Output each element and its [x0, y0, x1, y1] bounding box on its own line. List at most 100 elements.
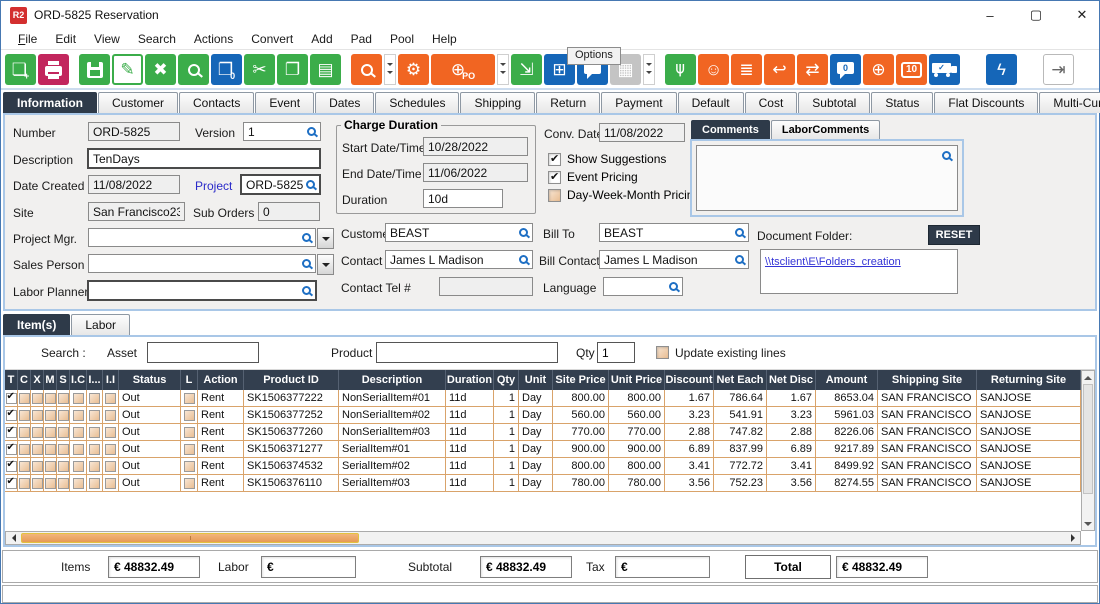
- contact-field[interactable]: James L Madison: [385, 250, 533, 269]
- table-row[interactable]: OutRentSK1506374532SerialItem#0211d1Day8…: [5, 458, 1081, 475]
- day-week-month-checkbox[interactable]: [548, 189, 561, 202]
- scroll-left-arrow[interactable]: [6, 532, 20, 544]
- language-field[interactable]: [603, 277, 683, 296]
- show-suggestions-checkbox[interactable]: [548, 153, 561, 166]
- return-icon[interactable]: ↩: [764, 54, 795, 85]
- search-icon[interactable]: [178, 54, 209, 85]
- row-checkbox[interactable]: [19, 461, 30, 472]
- menu-item-convert[interactable]: Convert: [242, 32, 302, 46]
- l-checkbox[interactable]: [184, 444, 195, 455]
- menu-item-file[interactable]: File: [9, 32, 46, 46]
- org-chart-icon[interactable]: ⋔: [665, 54, 696, 85]
- column-header-l[interactable]: L: [181, 370, 198, 390]
- row-checkbox[interactable]: [6, 427, 17, 438]
- column-header-duration[interactable]: Duration: [446, 370, 494, 390]
- tab-event[interactable]: Event: [255, 92, 314, 113]
- bill-contact-field[interactable]: James L Madison: [599, 250, 749, 269]
- conv-date-field[interactable]: 11/08/2022: [599, 123, 685, 142]
- column-header-net-each[interactable]: Net Each: [714, 370, 767, 390]
- menu-item-help[interactable]: Help: [423, 32, 466, 46]
- cut-icon[interactable]: ✂: [244, 54, 275, 85]
- row-checkbox[interactable]: [32, 410, 43, 421]
- date-created-field[interactable]: 11/08/2022: [88, 175, 180, 194]
- row-checkbox[interactable]: [89, 461, 100, 472]
- project-label[interactable]: Project: [195, 179, 232, 193]
- close-button[interactable]: ✕: [1073, 7, 1091, 23]
- document-folder-link[interactable]: \\tsclient\E\Folders_creation: [765, 256, 901, 268]
- row-checkbox[interactable]: [89, 444, 100, 455]
- tab-cost[interactable]: Cost: [745, 92, 798, 113]
- scroll-down-arrow[interactable]: [1082, 518, 1094, 530]
- edit-icon[interactable]: ✎: [112, 54, 143, 85]
- maximize-button[interactable]: ▢: [1027, 7, 1045, 23]
- tab-comments[interactable]: Comments: [691, 120, 770, 139]
- tab-information[interactable]: Information: [3, 92, 97, 113]
- row-checkbox[interactable]: [45, 393, 56, 404]
- row-checkbox[interactable]: [45, 478, 56, 489]
- row-checkbox[interactable]: [6, 444, 17, 455]
- column-header-net-disc[interactable]: Net Disc: [767, 370, 816, 390]
- column-header-status[interactable]: Status: [119, 370, 181, 390]
- row-checkbox[interactable]: [58, 410, 69, 421]
- row-checkbox[interactable]: [19, 410, 30, 421]
- row-checkbox[interactable]: [73, 461, 84, 472]
- row-checkbox[interactable]: [73, 478, 84, 489]
- row-checkbox[interactable]: [32, 393, 43, 404]
- column-header-i-[interactable]: I...: [87, 370, 103, 390]
- row-checkbox[interactable]: [19, 427, 30, 438]
- bill-to-field[interactable]: BEAST: [599, 223, 749, 242]
- tab-return[interactable]: Return: [536, 92, 600, 113]
- project-mgr-search-icon[interactable]: [302, 233, 311, 242]
- vertical-scroll-thumb[interactable]: [1083, 384, 1093, 494]
- table-row[interactable]: OutRentSK1506377260NonSerialItem#0311d1D…: [5, 424, 1081, 441]
- start-field[interactable]: 10/28/2022: [423, 137, 528, 156]
- row-checkbox[interactable]: [19, 444, 30, 455]
- event-pricing-checkbox[interactable]: [548, 171, 561, 184]
- qty-input[interactable]: 1: [597, 342, 635, 363]
- column-header-product-id[interactable]: Product ID: [244, 370, 339, 390]
- menu-item-pool[interactable]: Pool: [381, 32, 423, 46]
- table-row[interactable]: OutRentSK1506376110SerialItem#0311d1Day7…: [5, 475, 1081, 492]
- column-header-site-price[interactable]: Site Price: [553, 370, 609, 390]
- sub-orders-field[interactable]: 0: [258, 202, 320, 221]
- project-search-icon[interactable]: [306, 180, 315, 189]
- calendar-dropdown[interactable]: [643, 54, 655, 85]
- menu-item-actions[interactable]: Actions: [185, 32, 242, 46]
- row-checkbox[interactable]: [105, 444, 116, 455]
- tab-laborcomments[interactable]: LaborComments: [771, 120, 880, 139]
- find-item-icon[interactable]: [351, 54, 382, 85]
- tab-subtotal[interactable]: Subtotal: [798, 92, 870, 113]
- l-checkbox[interactable]: [184, 461, 195, 472]
- reset-button[interactable]: RESET: [928, 225, 980, 245]
- version-search-icon[interactable]: [307, 127, 316, 136]
- menu-item-edit[interactable]: Edit: [46, 32, 85, 46]
- column-header-shipping-site[interactable]: Shipping Site: [878, 370, 977, 390]
- column-header-s[interactable]: S: [57, 370, 70, 390]
- customer-field[interactable]: BEAST: [385, 223, 533, 242]
- vertical-scrollbar[interactable]: [1081, 370, 1095, 531]
- number-field[interactable]: ORD-5825: [88, 122, 180, 141]
- customer-search-icon[interactable]: [519, 228, 528, 237]
- vault-icon[interactable]: 10: [896, 54, 927, 85]
- copy-icon[interactable]: ❐: [277, 54, 308, 85]
- exit-icon[interactable]: ⇥: [1043, 54, 1074, 85]
- duplicate-count-icon[interactable]: ❐0: [211, 54, 242, 85]
- column-header-amount[interactable]: Amount: [816, 370, 878, 390]
- l-checkbox[interactable]: [184, 427, 195, 438]
- column-header-unit-price[interactable]: Unit Price: [609, 370, 665, 390]
- new-document-icon[interactable]: ❏+: [5, 54, 36, 85]
- paste-icon[interactable]: ▤: [310, 54, 341, 85]
- menu-item-pad[interactable]: Pad: [342, 32, 381, 46]
- tab-schedules[interactable]: Schedules: [375, 92, 459, 113]
- row-checkbox[interactable]: [58, 427, 69, 438]
- row-checkbox[interactable]: [58, 393, 69, 404]
- tab-item-s-[interactable]: Item(s): [3, 314, 70, 335]
- quick-action-icon[interactable]: ϟ: [986, 54, 1017, 85]
- column-header-t[interactable]: T: [5, 370, 18, 390]
- tab-default[interactable]: Default: [678, 92, 744, 113]
- table-row[interactable]: OutRentSK1506377222NonSerialItem#0111d1D…: [5, 390, 1081, 407]
- scroll-right-arrow[interactable]: [1066, 532, 1080, 544]
- comments-search-icon[interactable]: [942, 151, 951, 160]
- row-checkbox[interactable]: [6, 393, 17, 404]
- l-checkbox[interactable]: [184, 410, 195, 421]
